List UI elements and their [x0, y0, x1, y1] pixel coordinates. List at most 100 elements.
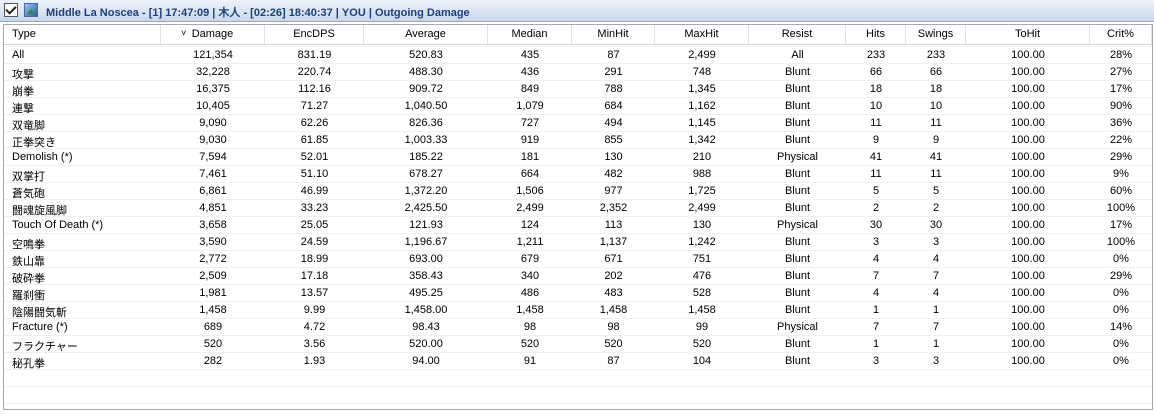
column-header-swings[interactable]: Swings: [906, 25, 966, 44]
cell-tohit: 100.00: [1011, 202, 1045, 214]
cell-hits: 11: [870, 168, 882, 180]
cell-damage: 2,772: [199, 253, 227, 265]
table-row[interactable]: 蒼気砲 6,861 46.99 1,372.20 1,506 977 1,725 Blunt 5…: [4, 183, 1152, 200]
cell-median: 2,499: [516, 202, 544, 214]
cell-minhit: 98: [607, 321, 620, 333]
cell-average: 94.00: [412, 355, 440, 367]
sort-descending-icon: ˅: [181, 28, 187, 38]
cell-resist: All: [791, 49, 804, 61]
cell-median: 849: [520, 83, 540, 95]
window-title: Middle La Noscea - [1] 17:47:09 | 木人 - […: [46, 7, 470, 19]
table-row[interactable]: フラクチャー 520 3.56 520.00 520 520 520 Blunt 1 1 100.0…: [4, 336, 1152, 353]
checkbox-icon[interactable]: [4, 3, 18, 17]
table-row[interactable]: 破砕拳 2,509 17.18 358.43 340 202 476 Blunt 7 7 100.0…: [4, 268, 1152, 285]
table-row[interactable]: All 121,354 831.19 520.83 435 87 2,499 All 233 23…: [4, 47, 1152, 64]
column-header-hits[interactable]: Hits: [846, 25, 906, 44]
cell-damage: 1,981: [199, 287, 227, 299]
table-row[interactable]: 攻撃 32,228 220.74 488.30 436 291 748 Blunt 66 66 10…: [4, 64, 1152, 81]
cell-swings: 41: [929, 151, 943, 163]
column-header-resist[interactable]: Resist: [749, 25, 846, 44]
cell-encdps: 61.85: [300, 134, 329, 146]
row-divider: [4, 233, 1152, 234]
cell-encdps: 220.74: [297, 66, 332, 78]
cell-hits: 7: [872, 270, 880, 282]
cell-encdps: 17.18: [300, 270, 329, 282]
cell-swings: 1: [932, 304, 940, 316]
column-header-maxhit[interactable]: MaxHit: [655, 25, 749, 44]
cell-tohit: 100.00: [1011, 151, 1045, 163]
cell-maxhit: 1,342: [688, 134, 716, 146]
cell-type: 蒼気砲: [12, 188, 45, 200]
table-row[interactable]: 連撃 10,405 71.27 1,040.50 1,079 684 1,162 Blunt 1…: [4, 98, 1152, 115]
table-row[interactable]: 双掌打 7,461 51.10 678.27 664 482 988 Blunt 11 11 100…: [4, 166, 1152, 183]
cell-encdps: 46.99: [300, 185, 329, 197]
cell-crit: 100%: [1106, 236, 1136, 248]
cell-encdps: 25.05: [300, 219, 329, 231]
table-row[interactable]: 羅刹衝 1,981 13.57 495.25 486 483 528 Blunt 4 4 100.0…: [4, 285, 1152, 302]
cell-resist: Blunt: [784, 134, 811, 146]
cell-damage: 121,354: [193, 49, 233, 61]
cell-crit: 9%: [1113, 168, 1129, 180]
cell-type: 秘孔拳: [12, 358, 45, 370]
cell-resist: Blunt: [784, 304, 811, 316]
cell-swings: 3: [932, 355, 940, 367]
cell-tohit: 100.00: [1011, 236, 1045, 248]
table-header: Type ˅ Damage EncDPS Average Median MinHit MaxH…: [4, 25, 1152, 45]
cell-hits: 233: [866, 49, 886, 61]
cell-damage: 2,509: [199, 270, 227, 282]
cell-tohit: 100.00: [1011, 83, 1045, 95]
cell-minhit: 855: [604, 134, 623, 146]
table-row[interactable]: 空鳴拳 3,590 24.59 1,196.67 1,211 1,137 1,242 Blun…: [4, 234, 1152, 251]
column-header-damage[interactable]: ˅ Damage: [161, 25, 265, 44]
cell-encdps: 24.59: [300, 236, 329, 248]
table-row[interactable]: 陰陽闘気斬 1,458 9.99 1,458.00 1,458 1,458 1,458 Blu…: [4, 302, 1152, 319]
cell-crit: 90%: [1109, 100, 1133, 112]
cell-minhit: 483: [604, 287, 623, 299]
column-header-tohit[interactable]: ToHit: [966, 25, 1090, 44]
row-divider: [4, 301, 1152, 302]
cell-type: 空鳴拳: [12, 239, 45, 251]
cell-encdps: 831.19: [297, 49, 332, 61]
cell-minhit: 130: [604, 151, 623, 163]
table-row[interactable]: 秘孔拳 282 1.93 94.00 91 87 104 Blunt 3 3 100.00 0%: [4, 353, 1152, 370]
cell-tohit: 100.00: [1011, 49, 1045, 61]
table-row[interactable]: 正拳突き 9,030 61.85 1,003.33 919 855 1,342 Blunt 9 9…: [4, 132, 1152, 149]
table-row[interactable]: 闘魂旋風脚 4,851 33.23 2,425.50 2,499 2,352 2,499 Bl…: [4, 200, 1152, 217]
cell-damage: 282: [203, 355, 223, 367]
column-header-minhit[interactable]: MinHit: [572, 25, 655, 44]
cell-resist: Physical: [777, 321, 818, 333]
cell-median: 679: [520, 253, 540, 265]
cell-average: 520.00: [409, 338, 443, 350]
row-divider: [4, 97, 1152, 98]
table-row[interactable]: Demolish (*) 7,594 52.01 185.22 181 130 210 Phy…: [4, 149, 1152, 166]
column-header-average[interactable]: Average: [364, 25, 488, 44]
cell-median: 486: [520, 287, 540, 299]
cell-minhit: 520: [604, 338, 623, 350]
cell-minhit: 494: [604, 117, 623, 129]
cell-damage: 9,090: [199, 117, 227, 129]
table-row[interactable]: 鉄山靠 2,772 18.99 693.00 679 671 751 Blunt 4 4 100.0…: [4, 251, 1152, 268]
cell-crit: 0%: [1113, 287, 1129, 299]
table-row[interactable]: 崩拳 16,375 112.16 909.72 849 788 1,345 Blunt 18 18…: [4, 81, 1152, 98]
table-row[interactable]: Touch Of Death (*) 3,658 25.05 121.93 124 113…: [4, 217, 1152, 234]
cell-maxhit: 130: [692, 219, 712, 231]
cell-average: 121.93: [409, 219, 443, 231]
cell-tohit: 100.00: [1011, 253, 1045, 265]
row-divider: [4, 131, 1152, 132]
column-header-label: Hits: [866, 28, 885, 40]
cell-resist: Blunt: [784, 83, 811, 95]
column-header-type[interactable]: Type: [4, 25, 161, 44]
column-header-encdps[interactable]: EncDPS: [265, 25, 364, 44]
picture-icon[interactable]: [24, 3, 38, 17]
row-divider: [4, 182, 1152, 183]
table-row[interactable]: 双竜脚 9,090 62.26 826.36 727 494 1,145 Blunt 11 11 1…: [4, 115, 1152, 132]
cell-type: All: [12, 49, 25, 61]
table-row[interactable]: Fracture (*) 689 4.72 98.43 98 98 99 Physical 7 7…: [4, 319, 1152, 336]
cell-encdps: 9.99: [303, 304, 326, 316]
column-header-crit[interactable]: Crit%: [1090, 25, 1152, 44]
cell-hits: 7: [872, 321, 880, 333]
cell-encdps: 71.27: [300, 100, 329, 112]
column-header-median[interactable]: Median: [488, 25, 572, 44]
column-header-label: MinHit: [597, 28, 629, 40]
cell-crit: 14%: [1109, 321, 1133, 333]
